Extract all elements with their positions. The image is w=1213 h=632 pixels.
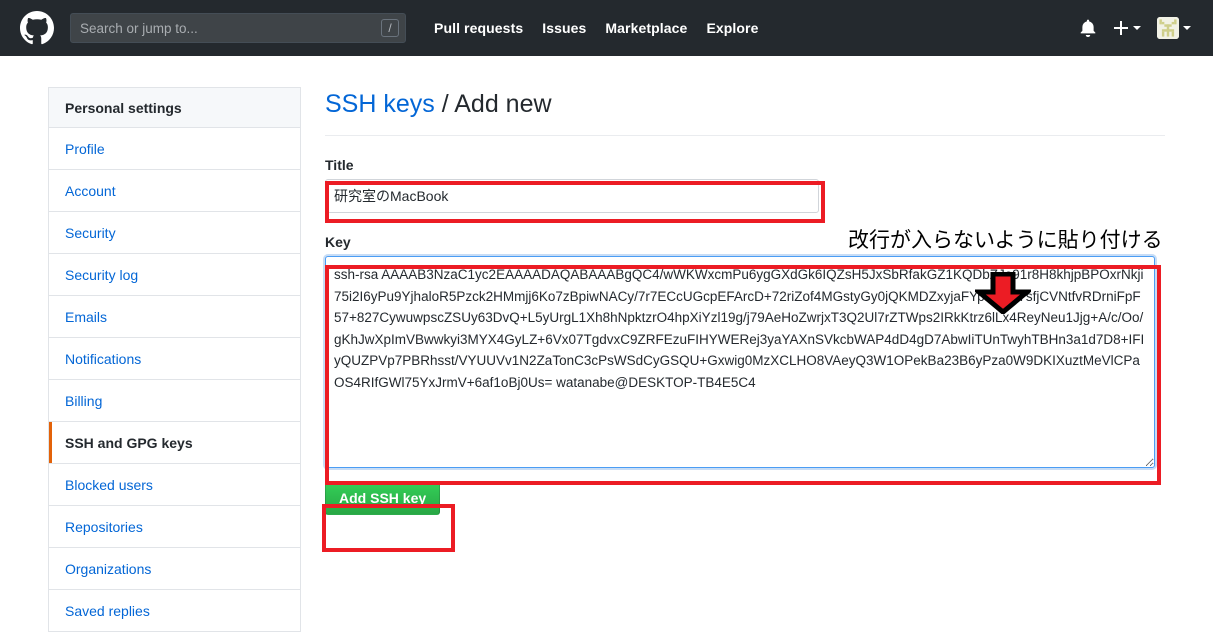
sidebar-item-security[interactable]: Security (49, 212, 300, 254)
sidebar-item-billing[interactable]: Billing (49, 380, 300, 422)
header-actions (1079, 17, 1199, 39)
sidebar-item-profile[interactable]: Profile (49, 128, 300, 170)
title-field-label: Title (325, 157, 354, 173)
nav-pull-requests[interactable]: Pull requests (434, 20, 523, 36)
nav-marketplace[interactable]: Marketplace (605, 20, 687, 36)
sidebar-item-notifications[interactable]: Notifications (49, 338, 300, 380)
add-ssh-key-button[interactable]: Add SSH key (325, 481, 441, 515)
github-mark-icon[interactable] (20, 11, 54, 45)
sidebar-item-security-log[interactable]: Security log (49, 254, 300, 296)
create-new-menu[interactable] (1113, 20, 1141, 36)
page-title-link[interactable]: SSH keys (325, 90, 435, 118)
page-title: SSH keys / Add new (325, 87, 1165, 136)
bell-icon[interactable] (1079, 19, 1097, 37)
search-box[interactable]: / (70, 13, 406, 43)
chevron-down-icon (1183, 26, 1191, 30)
down-arrow-icon (975, 272, 1031, 314)
sidebar-item-repositories[interactable]: Repositories (49, 506, 300, 548)
sidebar-item-organizations[interactable]: Organizations (49, 548, 300, 590)
title-input[interactable] (325, 179, 819, 213)
sidebar-item-ssh-and-gpg-keys[interactable]: SSH and GPG keys (49, 422, 300, 464)
sidebar-item-saved-replies[interactable]: Saved replies (49, 590, 300, 632)
search-input[interactable] (70, 13, 406, 43)
page-title-current: Add new (454, 90, 552, 118)
annotation-note: 改行が入らないように貼り付ける (848, 228, 1163, 252)
avatar (1157, 17, 1179, 39)
sidebar-item-emails[interactable]: Emails (49, 296, 300, 338)
nav-issues[interactable]: Issues (542, 20, 586, 36)
global-header: / Pull requests Issues Marketplace Explo… (0, 0, 1213, 56)
nav-explore[interactable]: Explore (706, 20, 758, 36)
plus-icon (1114, 21, 1128, 35)
sidebar-heading: Personal settings (49, 88, 300, 128)
page-body: Personal settings Profile Account Securi… (0, 56, 1213, 632)
search-shortcut-badge: / (381, 19, 399, 37)
main-content: SSH keys / Add new Title Key ssh-rsa AAA… (325, 87, 1165, 515)
sidebar-item-blocked-users[interactable]: Blocked users (49, 464, 300, 506)
settings-sidebar: Personal settings Profile Account Securi… (48, 87, 301, 632)
chevron-down-icon (1133, 26, 1141, 30)
page-title-separator: / (441, 90, 449, 118)
sidebar-item-account[interactable]: Account (49, 170, 300, 212)
user-menu[interactable] (1157, 17, 1191, 39)
primary-nav: Pull requests Issues Marketplace Explore (434, 20, 759, 36)
